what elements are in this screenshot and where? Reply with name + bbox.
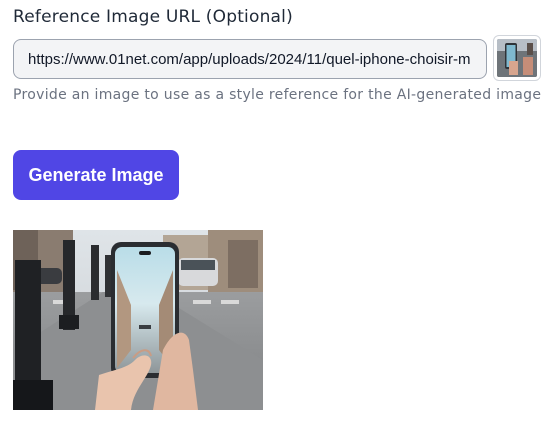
generated-image bbox=[13, 230, 263, 410]
reference-url-input[interactable] bbox=[13, 39, 487, 79]
reference-url-helper-text: Provide an image to use as a style refer… bbox=[13, 87, 542, 103]
reference-thumbnail-image bbox=[497, 39, 537, 77]
reference-thumbnail[interactable] bbox=[493, 35, 541, 81]
generate-image-button[interactable]: Generate Image bbox=[13, 150, 179, 200]
reference-url-label: Reference Image URL (Optional) bbox=[13, 7, 293, 27]
